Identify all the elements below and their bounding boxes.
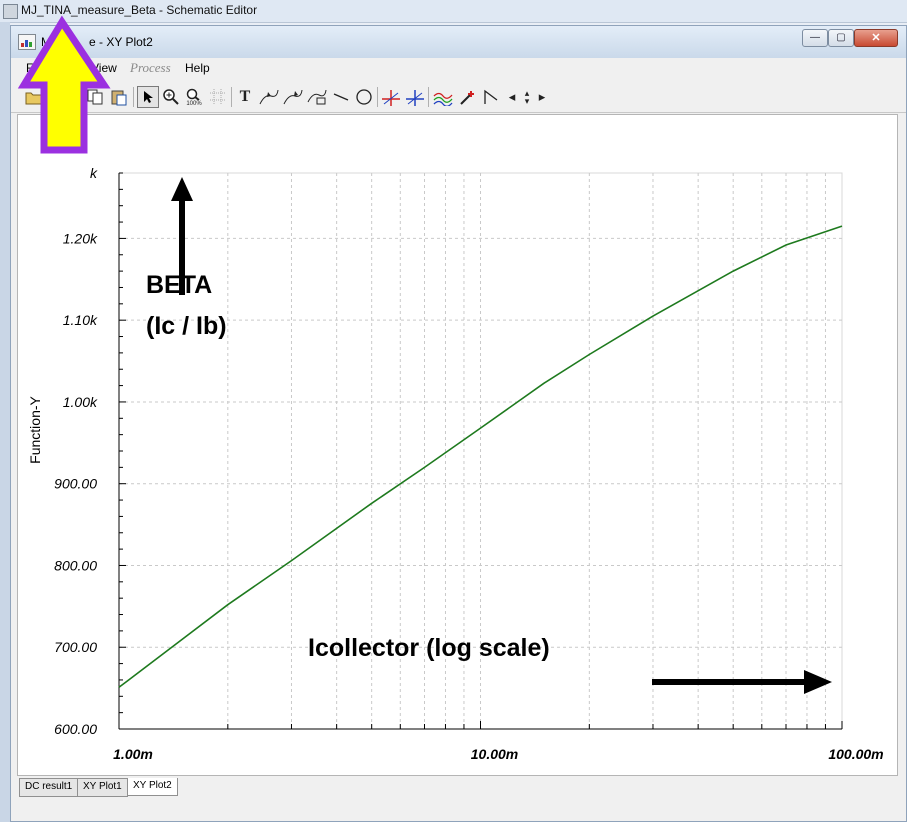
y-tick-label: 600.00 (54, 721, 97, 737)
toolbar: 100% T ◂ ▴ ▾ ▸ (11, 78, 906, 113)
scroll-right-icon[interactable]: ▸ (536, 86, 548, 108)
bode-icon[interactable] (480, 86, 502, 108)
tab-xy-plot2[interactable]: XY Plot2 (127, 778, 178, 796)
curve-marker-icon[interactable] (258, 86, 280, 108)
close-button[interactable]: ✕ (854, 29, 898, 47)
scroll-left-icon[interactable]: ◂ (506, 86, 518, 108)
window-title-bar[interactable]: M e - XY Plot2 — ▢ ✕ (11, 26, 906, 58)
curve-marker-2-icon[interactable] (282, 86, 304, 108)
zoom-100-label: 100% (186, 100, 202, 107)
menu-bar: F View Process Help (11, 58, 906, 78)
y-tick-label: 900.00 (54, 476, 97, 492)
y-tick-label: k (90, 165, 98, 181)
text-tool-icon[interactable]: T (234, 86, 256, 108)
grid-icon[interactable] (207, 86, 229, 108)
y-tick-label: 1.20k (63, 230, 98, 246)
highlight-arrow-overlay (17, 15, 111, 154)
scroll-up-down-icon[interactable]: ▴ ▾ (520, 86, 534, 108)
icollector-annotation: Icollector (log scale) (308, 634, 550, 662)
beta-annotation-line1: BETA (146, 271, 213, 299)
icollector-arrowhead-icon (804, 670, 832, 694)
cursor-b-icon[interactable] (404, 86, 426, 108)
ellipse-tool-icon[interactable] (353, 86, 375, 108)
multi-curve-icon[interactable] (432, 86, 454, 108)
y-tick-label: 1.10k (63, 312, 98, 328)
tab-xy-plot1[interactable]: XY Plot1 (77, 778, 128, 797)
y-tick-label: 800.00 (54, 557, 97, 573)
x-axis-title: Function-X (473, 772, 541, 775)
zoom-in-icon[interactable] (160, 86, 182, 108)
zoom-100-icon[interactable]: 100% (183, 86, 205, 108)
select-pointer-icon[interactable] (137, 86, 159, 108)
maximize-button[interactable]: ▢ (828, 29, 854, 47)
x-tick-label: 10.00m (471, 746, 518, 762)
x-tick-label: 1.00m (113, 746, 153, 762)
probe-icon[interactable] (456, 86, 478, 108)
plot-area[interactable]: 600.00 700.00 800.00 900.00 1.00k 1.10k 1.20k k… (17, 114, 898, 776)
minimize-button[interactable]: — (802, 29, 828, 47)
x-tick-label: 100.00m (828, 746, 883, 762)
tab-dc-result1[interactable]: DC result1 (19, 778, 79, 797)
y-tick-label: 1.00k (63, 394, 98, 410)
sheet-tab-bar: DC result1 XY Plot1 XY Plot2 (17, 778, 896, 800)
yellow-up-arrow-icon (17, 15, 111, 154)
line-tool-icon[interactable] (330, 86, 352, 108)
curve-label-icon[interactable] (306, 86, 328, 108)
y-tick-label: 700.00 (54, 639, 97, 655)
xy-chart[interactable]: 600.00 700.00 800.00 900.00 1.00k 1.10k 1.20k k… (18, 115, 897, 775)
cursor-a-icon[interactable] (380, 86, 402, 108)
xy-plot-window: M e - XY Plot2 — ▢ ✕ F View Process Help… (10, 25, 907, 822)
menu-help[interactable]: Help (185, 61, 210, 75)
beta-annotation-line2: (Ic / Ib) (146, 312, 227, 340)
beta-arrowhead-icon (171, 177, 193, 201)
y-axis-title: Function-Y (27, 395, 43, 463)
